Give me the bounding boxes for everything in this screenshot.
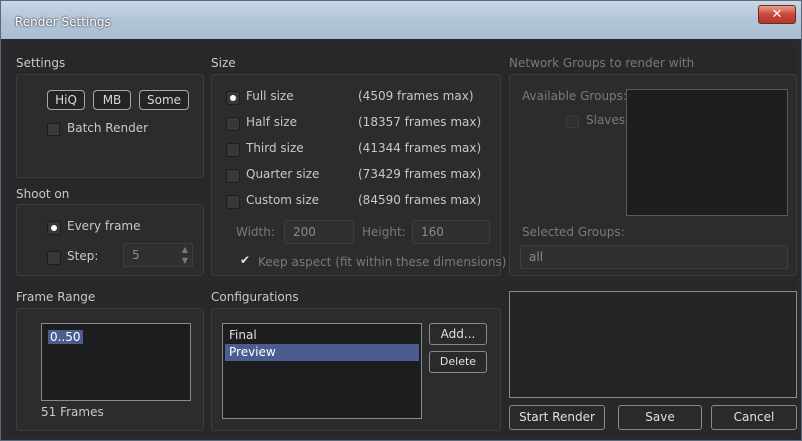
width-label: Width: xyxy=(236,225,275,239)
network-groups-heading: Network Groups to render with xyxy=(509,56,695,70)
selected-groups-value: all xyxy=(529,250,544,264)
render-log-area xyxy=(509,291,797,398)
half-size-frames: (18357 frames max) xyxy=(358,115,482,129)
window-title: Render Settings xyxy=(15,15,111,29)
slaves-label: Slaves xyxy=(586,113,626,127)
frame-range-heading: Frame Range xyxy=(16,290,96,304)
every-frame-radio[interactable] xyxy=(47,221,61,235)
cancel-button[interactable]: Cancel xyxy=(711,405,797,430)
full-size-radio[interactable] xyxy=(226,91,240,105)
shoot-on-heading: Shoot on xyxy=(16,187,70,201)
mb-toggle[interactable]: MB xyxy=(93,90,131,110)
save-button[interactable]: Save xyxy=(618,405,702,430)
full-size-frames: (4509 frames max) xyxy=(358,89,474,103)
shoot-on-group: Every frame Step: 5 ▲ ▼ xyxy=(16,204,204,276)
height-input[interactable]: 160 xyxy=(412,220,490,244)
close-button[interactable]: ✕ xyxy=(758,5,796,24)
full-size-label: Full size xyxy=(246,89,294,103)
quarter-size-frames: (73429 frames max) xyxy=(358,167,482,181)
configurations-list[interactable]: Final Preview xyxy=(222,323,422,419)
keep-aspect-checkmark-icon[interactable]: ✔ xyxy=(240,253,250,267)
hiq-toggle[interactable]: HiQ xyxy=(47,90,85,110)
render-settings-window: Render Settings ✕ Settings HiQ MB Some B… xyxy=(0,0,802,441)
network-groups-group: Available Groups: Slaves Selected Groups… xyxy=(509,74,797,276)
height-label: Height: xyxy=(362,225,406,239)
configuration-item-final[interactable]: Final xyxy=(225,327,423,344)
step-label: Step: xyxy=(67,249,99,263)
third-size-label: Third size xyxy=(246,141,304,155)
width-input[interactable]: 200 xyxy=(284,220,354,244)
custom-size-label: Custom size xyxy=(246,193,320,207)
quarter-size-radio[interactable] xyxy=(226,169,240,183)
add-configuration-button[interactable]: Add... xyxy=(429,323,487,345)
frame-count: 51 Frames xyxy=(41,405,104,419)
configurations-heading: Configurations xyxy=(211,290,299,304)
selected-groups-input[interactable]: all xyxy=(520,245,788,269)
batch-render-checkbox[interactable] xyxy=(47,123,60,136)
half-size-radio[interactable] xyxy=(226,117,240,131)
keep-aspect-label: Keep aspect (fit within these dimensions… xyxy=(258,255,507,269)
settings-group: HiQ MB Some Batch Render xyxy=(16,74,204,178)
custom-size-frames: (84590 frames max) xyxy=(358,193,482,207)
size-group: Full size (4509 frames max) Half size (1… xyxy=(211,74,506,276)
every-frame-label: Every frame xyxy=(67,219,141,233)
third-size-frames: (41344 frames max) xyxy=(358,141,482,155)
frame-range-value: 0..50 xyxy=(48,330,83,344)
height-value: 160 xyxy=(421,225,444,239)
half-size-label: Half size xyxy=(246,115,298,129)
spin-arrows-icon[interactable]: ▲ ▼ xyxy=(182,244,188,266)
start-render-button[interactable]: Start Render xyxy=(509,405,605,430)
frame-range-group: 0..50 51 Frames xyxy=(16,308,204,431)
slaves-checkbox[interactable] xyxy=(566,115,579,128)
batch-render-label: Batch Render xyxy=(67,121,149,135)
configuration-item-preview[interactable]: Preview xyxy=(225,344,419,361)
configurations-group: Final Preview Add... Delete xyxy=(211,308,501,431)
settings-heading: Settings xyxy=(16,56,66,70)
dialog-body: Settings HiQ MB Some Batch Render Shoot … xyxy=(6,46,797,436)
available-groups-list[interactable] xyxy=(626,89,788,216)
delete-configuration-button[interactable]: Delete xyxy=(429,351,487,373)
step-spinbox[interactable]: 5 ▲ ▼ xyxy=(123,243,193,267)
size-heading: Size xyxy=(211,56,236,70)
quarter-size-label: Quarter size xyxy=(246,167,320,181)
frame-range-input[interactable]: 0..50 xyxy=(41,323,191,401)
third-size-radio[interactable] xyxy=(226,143,240,157)
step-radio[interactable] xyxy=(47,251,61,265)
width-value: 200 xyxy=(293,225,316,239)
selected-groups-label: Selected Groups: xyxy=(522,225,625,239)
title-bar: Render Settings ✕ xyxy=(1,1,801,39)
available-groups-label: Available Groups: xyxy=(522,89,627,103)
custom-size-radio[interactable] xyxy=(226,195,240,209)
close-icon: ✕ xyxy=(771,7,783,22)
step-value: 5 xyxy=(132,248,140,262)
some-toggle[interactable]: Some xyxy=(139,90,189,110)
